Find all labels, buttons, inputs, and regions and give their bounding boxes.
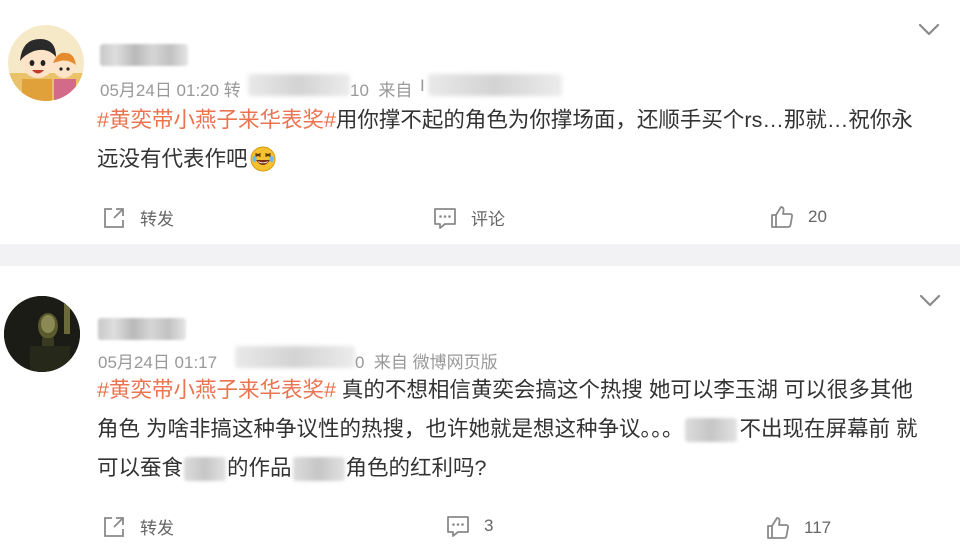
laughing-face-icon (250, 146, 276, 172)
post-timestamp: 05月24日 01:20 转 (100, 81, 241, 100)
repost-button[interactable]: 转发 (102, 205, 174, 230)
text-redacted (685, 418, 738, 443)
like-button[interactable]: 117 (766, 516, 831, 540)
thumbs-up-icon (771, 206, 793, 228)
post-timestamp: 05月24日 01:17 (98, 353, 222, 372)
user-avatar[interactable] (4, 296, 80, 372)
comment-icon (447, 516, 469, 537)
comment-button[interactable]: 评论 (433, 205, 505, 230)
meta-redacted (235, 346, 355, 368)
chevron-down-icon[interactable] (918, 23, 940, 37)
username-redacted[interactable] (100, 44, 188, 66)
repost-button[interactable]: 转发 (102, 514, 174, 539)
like-button[interactable]: 20 (770, 205, 827, 229)
share-icon (104, 516, 124, 537)
avatar-cartoon-image (8, 25, 84, 101)
share-icon (104, 207, 124, 228)
text-redacted (292, 457, 345, 482)
comment-card-1: 05月24日 01:20 转 10 来自 I #黄奕带小燕子来华表奖#用你撑不起… (0, 0, 960, 244)
comment-button[interactable]: 3 (446, 514, 493, 538)
topic-link[interactable]: #黄奕带小燕子来华表奖# (97, 108, 336, 132)
comment-icon (434, 207, 456, 229)
post-source: 0 来自 微博网页版 (355, 353, 498, 372)
source-redacted (428, 74, 562, 96)
thumbs-up-icon (767, 517, 789, 539)
post-separator (0, 244, 960, 266)
username-redacted[interactable] (98, 318, 186, 340)
text-redacted (184, 457, 227, 482)
user-avatar[interactable] (8, 25, 84, 101)
chevron-down-icon[interactable] (919, 294, 941, 308)
avatar-photo-image (4, 296, 80, 372)
post-source: 10 来自 (350, 81, 418, 100)
comment-card-2: 05月24日 01:17 0 来自 微博网页版 #黄奕带小燕子来华表奖# 真的不… (0, 266, 960, 560)
meta-redacted (248, 74, 350, 96)
topic-link[interactable]: #黄奕带小燕子来华表奖# (97, 378, 336, 402)
